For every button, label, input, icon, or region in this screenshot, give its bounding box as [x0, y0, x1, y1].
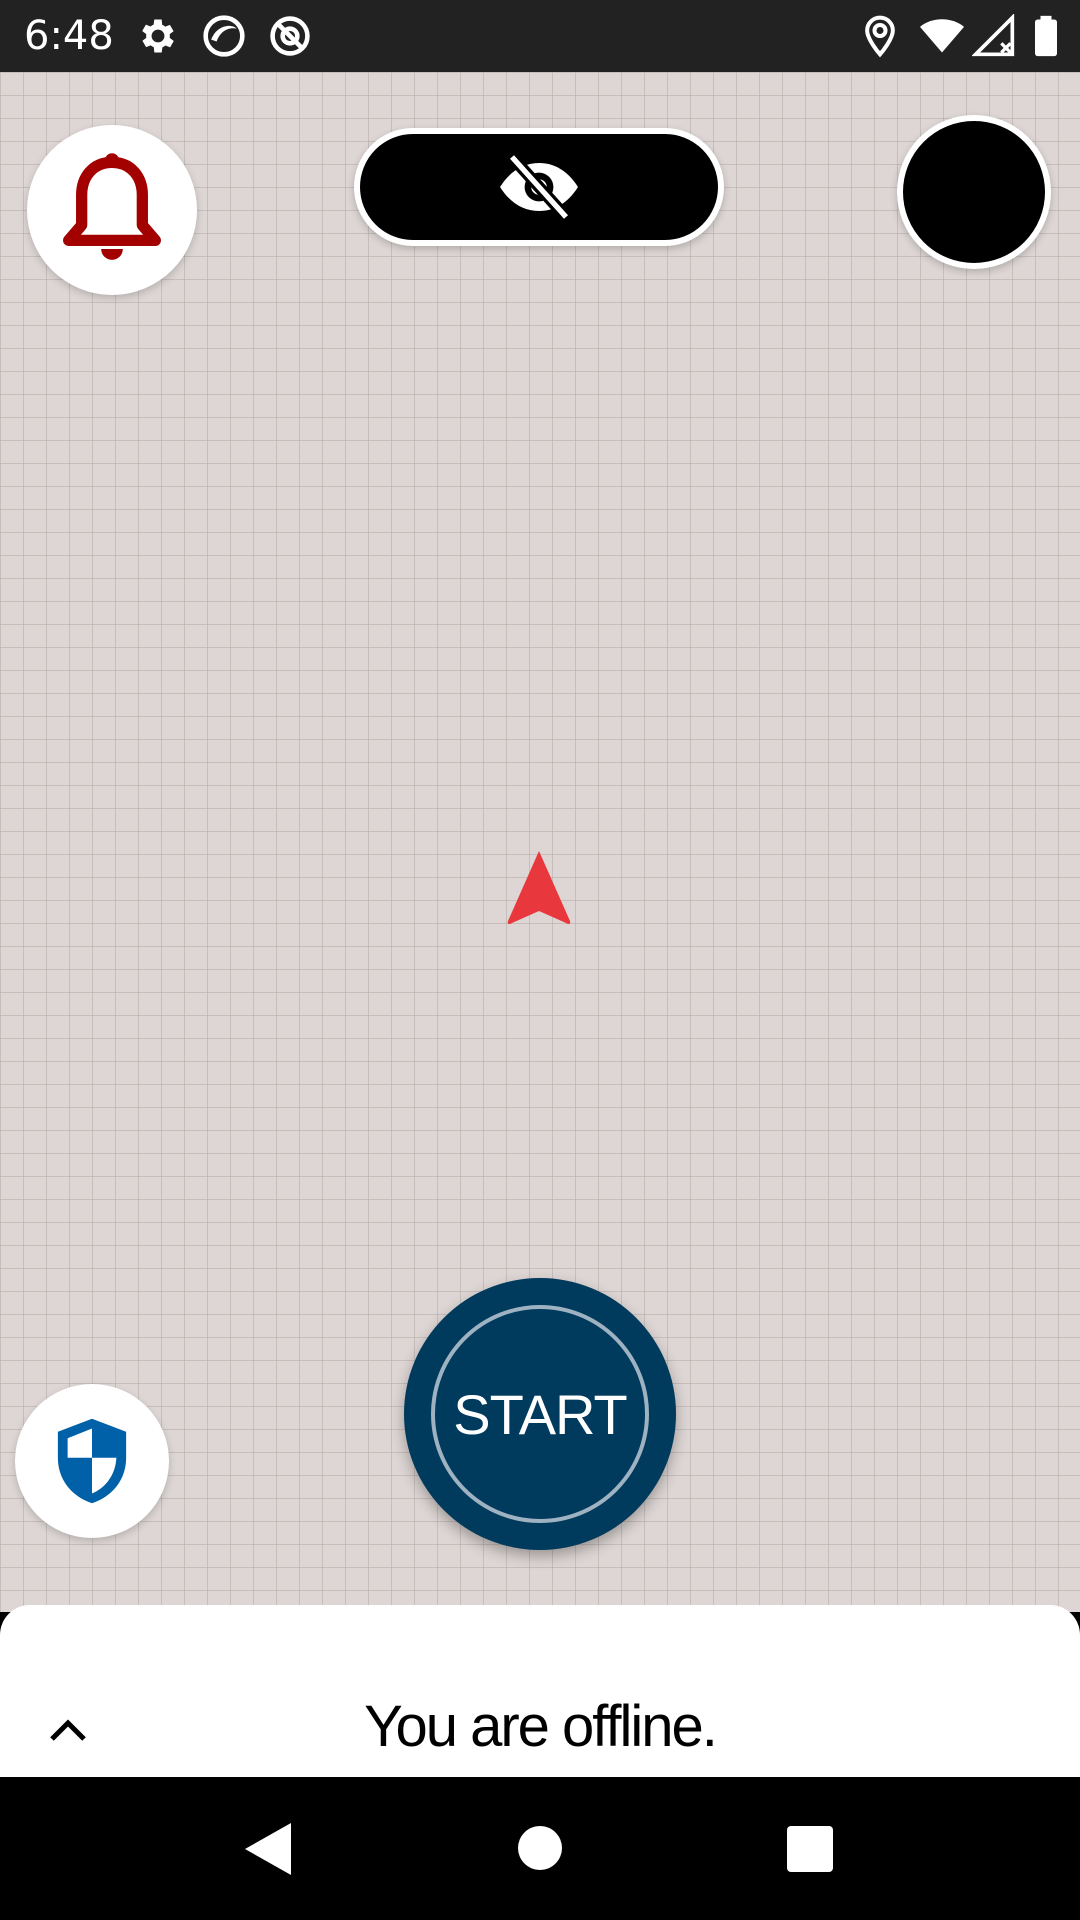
- wifi-icon: [920, 19, 964, 53]
- eye-off-icon: [500, 154, 578, 220]
- offline-status-text: You are offline.: [364, 1694, 718, 1759]
- location-icon: [865, 15, 895, 58]
- safety-button[interactable]: [15, 1384, 169, 1538]
- start-button[interactable]: START: [404, 1278, 676, 1550]
- shield-icon: [57, 1418, 127, 1504]
- status-bottom-sheet[interactable]: You are offline.: [0, 1605, 1080, 1777]
- app-icon: [203, 15, 245, 57]
- start-label: START: [453, 1382, 627, 1446]
- back-icon[interactable]: [243, 1821, 293, 1877]
- signal-icon: [972, 14, 1015, 57]
- gear-icon: [142, 19, 174, 53]
- battery-icon: [1035, 15, 1057, 57]
- map-view[interactable]: START: [0, 72, 1080, 1612]
- navigation-arrow-icon: [507, 851, 571, 925]
- recents-icon[interactable]: [787, 1826, 833, 1872]
- bell-icon: [63, 153, 161, 260]
- at-sign-off-icon: [270, 16, 310, 56]
- start-ring: START: [431, 1305, 649, 1523]
- status-time: 6:48: [24, 13, 114, 59]
- visibility-toggle-button[interactable]: [354, 128, 724, 246]
- home-icon[interactable]: [518, 1826, 562, 1870]
- profile-avatar[interactable]: [897, 115, 1051, 269]
- status-bar: 6:48: [0, 0, 1080, 72]
- notifications-button[interactable]: [27, 125, 197, 295]
